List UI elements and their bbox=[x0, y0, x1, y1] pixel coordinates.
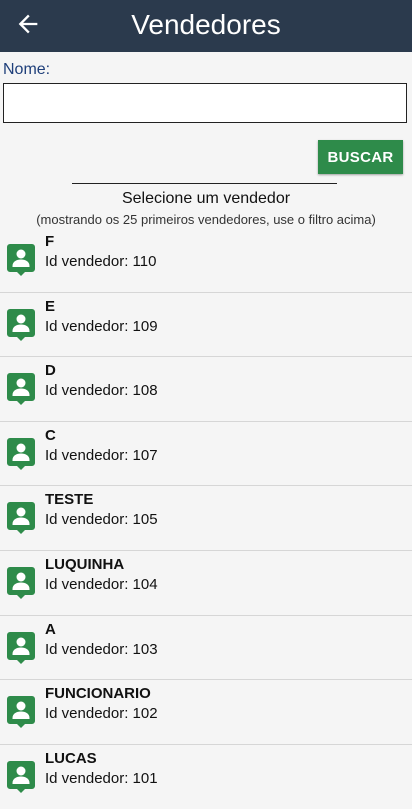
seller-id: Id vendedor: 105 bbox=[45, 511, 158, 529]
seller-id: Id vendedor: 104 bbox=[45, 575, 158, 593]
divider bbox=[72, 183, 337, 184]
name-input[interactable] bbox=[3, 83, 407, 123]
seller-name: A bbox=[45, 620, 56, 638]
person-pin-icon bbox=[7, 437, 35, 470]
seller-id: Id vendedor: 101 bbox=[45, 769, 158, 787]
seller-name: LUQUINHA bbox=[45, 555, 125, 573]
name-label: Nome: bbox=[3, 61, 51, 78]
person-pin-icon bbox=[7, 502, 35, 535]
list-item[interactable]: A Id vendedor: 103 bbox=[0, 616, 412, 681]
list-item[interactable]: C Id vendedor: 107 bbox=[0, 422, 412, 487]
seller-id: Id vendedor: 108 bbox=[45, 382, 158, 400]
search-button[interactable]: BUSCAR bbox=[318, 140, 403, 174]
seller-name: F bbox=[45, 233, 55, 250]
person-pin-icon bbox=[7, 308, 35, 341]
person-pin-icon bbox=[7, 566, 35, 599]
person-pin-icon bbox=[7, 696, 35, 729]
list-item[interactable]: E Id vendedor: 109 bbox=[0, 293, 412, 358]
seller-name: C bbox=[45, 426, 56, 444]
seller-name: TESTE bbox=[45, 491, 94, 509]
seller-name: LUCAS bbox=[45, 749, 97, 767]
seller-id: Id vendedor: 103 bbox=[45, 640, 158, 658]
person-pin-icon bbox=[7, 631, 35, 664]
list-item[interactable]: F Id vendedor: 110 bbox=[0, 228, 412, 293]
seller-id: Id vendedor: 107 bbox=[45, 446, 158, 464]
person-pin-icon bbox=[7, 760, 35, 793]
seller-id: Id vendedor: 110 bbox=[45, 253, 157, 270]
person-pin-icon bbox=[7, 244, 35, 276]
seller-list: F Id vendedor: 110 E Id vendedor: 109 D … bbox=[0, 228, 412, 809]
app-bar: Vendedores bbox=[0, 0, 412, 52]
list-item[interactable]: LUCAS Id vendedor: 101 bbox=[0, 745, 412, 809]
seller-name: E bbox=[45, 297, 56, 315]
seller-name: FUNCIONARIO bbox=[45, 685, 151, 703]
seller-id: Id vendedor: 102 bbox=[45, 705, 158, 723]
list-heading: Selecione um vendedor bbox=[121, 190, 291, 207]
person-pin-icon bbox=[7, 373, 35, 406]
list-item[interactable]: LUQUINHA Id vendedor: 104 bbox=[0, 551, 412, 616]
list-item[interactable]: TESTE Id vendedor: 105 bbox=[0, 486, 412, 551]
list-item[interactable]: FUNCIONARIO Id vendedor: 102 bbox=[0, 680, 412, 745]
list-hint: (mostrando os 25 primeiros vendedores, u… bbox=[36, 212, 376, 227]
list-item[interactable]: D Id vendedor: 108 bbox=[0, 357, 412, 422]
seller-name: D bbox=[45, 362, 56, 380]
seller-id: Id vendedor: 109 bbox=[45, 317, 158, 335]
page-title: Vendedores bbox=[131, 9, 281, 40]
